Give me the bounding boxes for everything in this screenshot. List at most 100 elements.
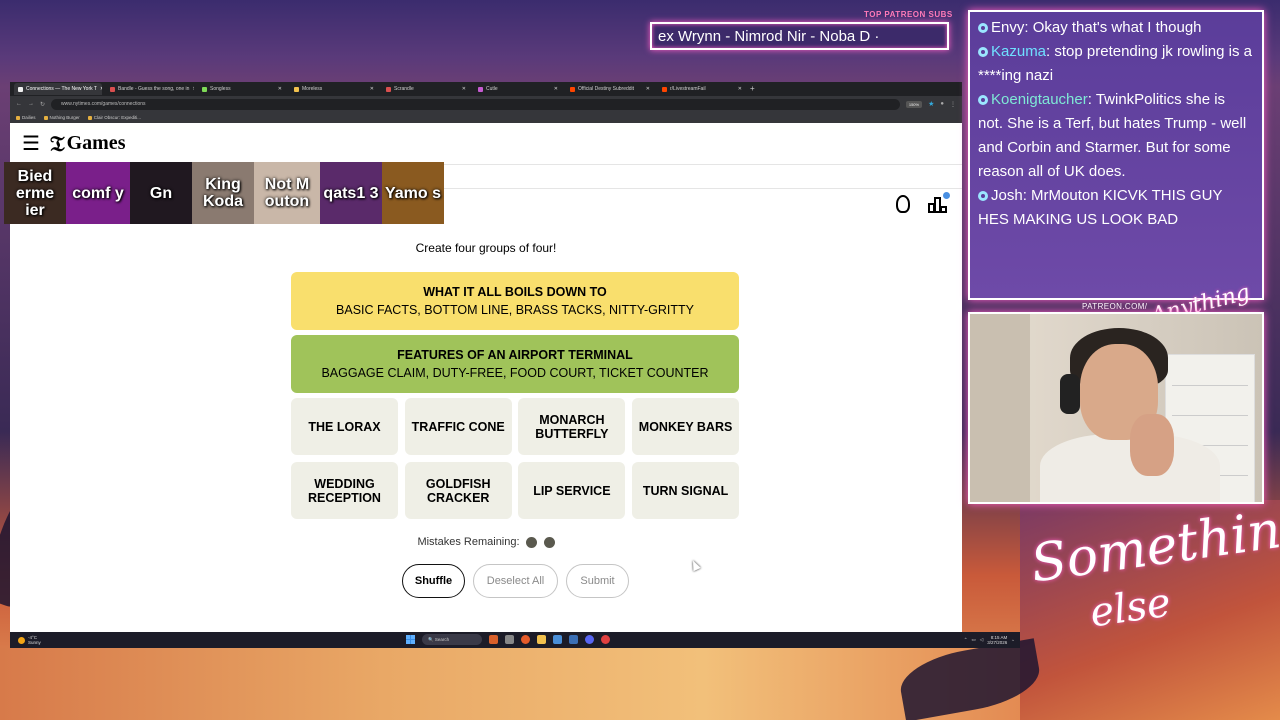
folder-icon <box>16 115 20 120</box>
bookmarks-bar: Dailies Nothing Burger Clair Obscur: Exped… <box>10 112 962 123</box>
windows-taskbar: -4°C Sunny 🔍 Search ⌃ ▭ ◁ 8:15 AM 3/27/202… <box>10 632 1020 648</box>
mistake-dot <box>543 536 555 548</box>
chevron-up-icon[interactable]: ⌃ <box>964 637 968 643</box>
address-bar-row: ← → ↻ www.nytimes.com/games/connections … <box>10 96 962 112</box>
word-card[interactable]: Goldfish Cracker <box>404 462 512 519</box>
network-icon[interactable]: ▭ <box>972 637 976 643</box>
menu-icon[interactable]: ⋮ <box>950 101 956 108</box>
chat-message: Envy: Okay that's what I though <box>978 16 1254 40</box>
steam-icon[interactable] <box>569 635 578 644</box>
bookmark-label: Dailies <box>22 115 36 120</box>
zoom-badge[interactable]: 150% <box>905 100 923 108</box>
folder-icon[interactable] <box>537 635 546 644</box>
close-tab-icon[interactable]: ✕ <box>370 86 374 92</box>
tab-label: Official Destiny Subreddit <box>578 86 635 92</box>
forward-icon[interactable]: → <box>28 101 34 107</box>
taskbar-search[interactable]: 🔍 Search <box>422 634 482 645</box>
windows-start-icon[interactable] <box>406 635 415 644</box>
tab-label: Songless <box>210 86 231 92</box>
url-field[interactable]: www.nytimes.com/games/connections <box>51 98 900 110</box>
patreon-url: PATREON.COM/ <box>1082 302 1148 311</box>
browser-tab[interactable]: Official Destiny Subreddit ✕ <box>566 83 654 95</box>
mistake-dot <box>525 536 537 548</box>
browser-tab[interactable]: Scrandle ✕ <box>382 83 470 95</box>
reload-icon[interactable]: ↻ <box>40 101 45 108</box>
clock[interactable]: 8:15 AM 3/27/2026 <box>987 635 1007 645</box>
back-icon[interactable]: ← <box>16 101 22 107</box>
volume-icon[interactable]: ◁ <box>980 637 983 643</box>
bookmark-item[interactable]: Clair Obscur: Expediti... <box>87 115 141 120</box>
submit-button[interactable]: Submit <box>566 564 629 598</box>
word-grid: The Lorax Traffic Cone Monarch Butterfly… <box>291 398 740 519</box>
word-card[interactable]: Wedding Reception <box>291 462 398 519</box>
tab-favicon-icon <box>18 86 23 92</box>
browser-tab[interactable]: r/LivestreamFail ✕ <box>658 83 746 95</box>
browser-tab[interactable]: Songless ✕ <box>198 83 286 95</box>
word-card[interactable]: Monarch Butterfly <box>518 398 626 455</box>
chat-username: Josh <box>991 187 1023 204</box>
app-icon[interactable] <box>489 635 498 644</box>
tab-label: r/LivestreamFail <box>670 86 706 92</box>
emote-tile: Yamo s <box>382 162 444 224</box>
group-title: What it all boils down to <box>423 285 607 299</box>
discord-icon[interactable] <box>585 635 594 644</box>
weather-condition: Sunny <box>28 640 41 645</box>
word-card[interactable]: Traffic Cone <box>404 398 512 455</box>
browser-tab[interactable]: Bandle - Guess the song, one in✕ <box>106 83 194 95</box>
new-tab-icon[interactable]: + <box>750 85 755 93</box>
chat-badge-icon <box>978 23 988 33</box>
chat-badge-icon <box>978 95 988 105</box>
tab-label: Bandle - Guess the song, one in <box>118 86 190 92</box>
deselect-all-button[interactable]: Deselect All <box>473 564 558 598</box>
close-tab-icon[interactable]: ✕ <box>192 86 194 92</box>
firefox-icon[interactable] <box>521 635 530 644</box>
stats-icon[interactable] <box>928 192 950 213</box>
hint-lightbulb-icon[interactable] <box>896 195 910 213</box>
bookmark-item[interactable]: Dailies <box>16 115 36 120</box>
notification-icon[interactable]: ◔ <box>1011 638 1014 643</box>
search-placeholder: Search <box>434 637 450 642</box>
close-tab-icon[interactable]: ✕ <box>554 86 558 92</box>
close-tab-icon[interactable]: ✕ <box>646 86 650 92</box>
chat-badge-icon <box>978 191 988 201</box>
tab-favicon-icon <box>202 86 207 92</box>
group-words: Basic facts, bottom line, brass tacks, n… <box>336 303 694 317</box>
browser-tab[interactable]: Cutle ✕ <box>474 83 562 95</box>
app-icon[interactable] <box>553 635 562 644</box>
emote-tile: Not M outon <box>254 162 320 224</box>
chat-panel: Envy: Okay that's what I though Kazuma: s… <box>968 10 1264 300</box>
tab-label: Connections — The New York T <box>26 86 97 92</box>
browser-tab[interactable]: Moreless ✕ <box>290 83 378 95</box>
word-card[interactable]: Lip Service <box>518 462 626 519</box>
group-words: Baggage claim, duty-free, food court, ti… <box>321 366 709 380</box>
bookmark-star-icon[interactable]: ★ <box>928 100 934 108</box>
emote-tile: King Koda <box>192 162 254 224</box>
close-tab-icon[interactable]: ✕ <box>738 86 742 92</box>
hamburger-menu-icon[interactable]: ☰ <box>22 131 44 156</box>
browser-tab[interactable]: Connections — The New York T✕ <box>14 83 102 95</box>
chrome-icon[interactable] <box>601 635 610 644</box>
word-card[interactable]: Monkey Bars <box>632 398 740 455</box>
close-tab-icon[interactable]: ✕ <box>462 86 466 92</box>
games-brand[interactable]: Games <box>67 132 126 155</box>
file-explorer-icon[interactable] <box>505 635 514 644</box>
emote-tile: qats1 3 <box>320 162 382 224</box>
close-tab-icon[interactable]: ✕ <box>100 86 102 92</box>
tab-bar: Connections — The New York T✕Bandle - Gu… <box>10 82 962 96</box>
clock-date: 3/27/2026 <box>987 640 1008 645</box>
bookmark-item[interactable]: Nothing Burger <box>43 115 80 120</box>
group-title: Features of an airport terminal <box>397 348 633 362</box>
chat-username: Koenigtaucher <box>991 91 1088 108</box>
word-card[interactable]: Turn Signal <box>632 462 740 519</box>
close-tab-icon[interactable]: ✕ <box>278 86 282 92</box>
game-toolbar <box>896 192 950 213</box>
tab-favicon-icon <box>294 86 299 92</box>
profile-icon[interactable]: ● <box>940 101 944 107</box>
weather-widget[interactable]: -4°C Sunny <box>18 635 41 645</box>
tab-favicon-icon <box>478 86 483 92</box>
tab-label: Scrandle <box>394 86 414 92</box>
word-card[interactable]: The Lorax <box>291 398 398 455</box>
nyt-logo-icon[interactable]: 𝔗 <box>50 131 65 157</box>
shuffle-button[interactable]: Shuffle <box>402 564 465 598</box>
tab-label: Moreless <box>302 86 323 92</box>
